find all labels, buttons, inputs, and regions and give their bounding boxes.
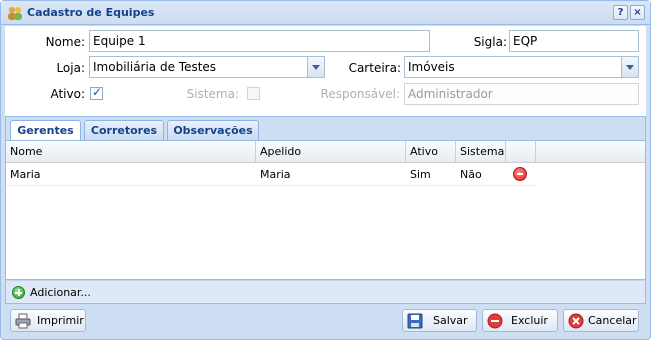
print-button[interactable]: Imprimir xyxy=(10,309,86,332)
tab-gerentes[interactable]: Gerentes xyxy=(10,120,81,142)
carteira-dropdown-trigger[interactable] xyxy=(621,57,638,77)
help-button[interactable]: ? xyxy=(613,5,628,20)
tab-observacoes[interactable]: Observações xyxy=(167,120,259,141)
cadastro-equipes-window: Cadastro de Equipes ? × Nome: Equipe 1 S… xyxy=(0,0,651,340)
add-icon xyxy=(12,286,25,299)
column-header-actions xyxy=(506,141,536,163)
save-button[interactable]: Salvar xyxy=(402,309,477,332)
column-header-apelido[interactable]: Apelido xyxy=(256,141,406,163)
column-header-ativo[interactable]: Ativo xyxy=(406,141,456,163)
cancel-label: Cancelar xyxy=(588,314,637,327)
loja-value: Imobiliária de Testes xyxy=(93,60,217,74)
loja-label: Loja: xyxy=(56,61,85,75)
carteira-select[interactable]: Imóveis xyxy=(404,56,639,78)
cell-sistema: Não xyxy=(460,168,482,181)
printer-icon xyxy=(15,313,31,329)
tab-corretores[interactable]: Corretores xyxy=(84,120,164,141)
loja-dropdown-trigger[interactable] xyxy=(307,57,324,77)
loja-select[interactable]: Imobiliária de Testes xyxy=(89,56,325,78)
tab-panel: Gerentes Corretores Observações Nome Ape… xyxy=(5,116,646,304)
carteira-label: Carteira: xyxy=(348,61,401,75)
delete-label: Excluir xyxy=(511,314,548,327)
window-title: Cadastro de Equipes xyxy=(27,6,155,19)
window-footer: Imprimir Salvar Excluir Cancelar xyxy=(1,304,650,339)
delete-button[interactable]: Excluir xyxy=(482,309,558,332)
responsavel-field[interactable]: Administrador xyxy=(404,83,639,105)
cell-apelido: Maria xyxy=(260,168,291,181)
sigla-label: Sigla: xyxy=(473,35,507,49)
remove-row-icon[interactable] xyxy=(513,167,527,181)
table-row[interactable]: Maria Maria Sim Não xyxy=(6,164,536,186)
column-header-sistema[interactable]: Sistema xyxy=(456,141,506,163)
cancel-button[interactable]: Cancelar xyxy=(563,309,639,332)
cancel-icon xyxy=(568,313,584,329)
ativo-label: Ativo: xyxy=(50,87,85,101)
delete-icon xyxy=(487,313,503,329)
team-form: Nome: Equipe 1 Sigla: EQP Loja: Imobiliá… xyxy=(5,26,646,116)
check-icon: ✓ xyxy=(92,85,103,99)
sigla-field[interactable]: EQP xyxy=(509,30,639,52)
print-label: Imprimir xyxy=(37,314,84,327)
save-icon xyxy=(407,313,423,329)
cell-ativo: Sim xyxy=(410,168,431,181)
sistema-checkbox[interactable] xyxy=(247,87,260,100)
grid-header: Nome Apelido Ativo Sistema xyxy=(6,141,645,163)
save-label: Salvar xyxy=(433,314,468,327)
ativo-checkbox[interactable]: ✓ xyxy=(90,85,103,100)
sistema-label: Sistema: xyxy=(186,87,239,101)
team-icon xyxy=(8,7,22,20)
responsavel-label: Responsável: xyxy=(320,87,400,101)
add-label: Adicionar... xyxy=(30,286,91,299)
column-header-nome[interactable]: Nome xyxy=(6,141,256,163)
window-titlebar[interactable]: Cadastro de Equipes ? × xyxy=(1,1,650,25)
nome-field[interactable]: Equipe 1 xyxy=(89,30,430,52)
nome-label: Nome: xyxy=(45,35,85,49)
carteira-value: Imóveis xyxy=(408,60,455,74)
grid-toolbar: Adicionar... xyxy=(5,280,646,304)
close-button[interactable]: × xyxy=(630,5,645,20)
gerentes-grid: Nome Apelido Ativo Sistema Maria Maria S… xyxy=(5,140,646,280)
tab-strip: Gerentes Corretores Observações xyxy=(5,116,646,142)
cell-nome: Maria xyxy=(10,168,41,181)
